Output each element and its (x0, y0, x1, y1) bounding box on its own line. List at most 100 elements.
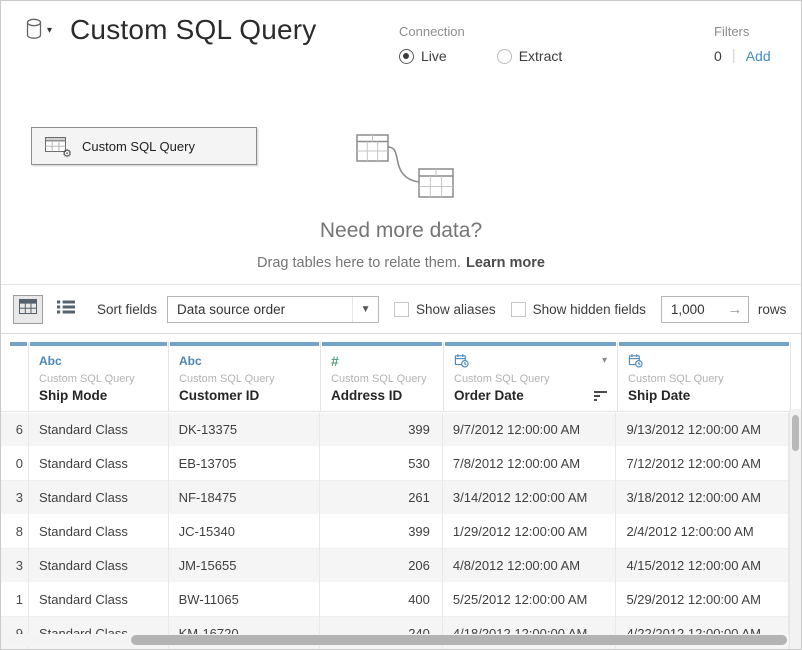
cell-ship-date: 2/4/2012 12:00:00 AM (616, 515, 789, 549)
table-row: 3Standard ClassJM-156552064/8/2012 12:00… (1, 549, 789, 583)
radio-selected-icon[interactable] (399, 49, 414, 64)
add-filter-link[interactable]: Add (746, 48, 771, 64)
field-type-row: Abc (179, 352, 310, 369)
column-header-content: Custom SQL Query Ship Date (618, 346, 790, 403)
cell-order-date: 1/29/2012 12:00:00 AM (443, 515, 617, 549)
field-source-label: Custom SQL Query (454, 373, 607, 385)
field-name-row: Ship Mode (39, 388, 158, 403)
column-header-ship-date[interactable]: Custom SQL Query Ship Date (618, 342, 791, 411)
sort-order-value: Data source order (168, 302, 352, 317)
table-row: 6Standard ClassDK-133753999/7/2012 12:00… (1, 413, 789, 447)
number-type-icon: # (331, 353, 339, 369)
cell-ship-mode: Standard Class (29, 583, 169, 617)
empty-state-hint: Drag tables here to relate them.Learn mo… (1, 255, 801, 271)
column-header-customer-id[interactable]: Abc Custom SQL Query Customer ID (169, 342, 321, 411)
column-header-order-date[interactable]: ▾Custom SQL QueryOrder Date (444, 342, 618, 411)
row-limit-input[interactable]: 1,000 → (661, 296, 749, 323)
field-name: Customer ID (179, 388, 259, 403)
column-header-address-id[interactable]: #Custom SQL QueryAddress ID (321, 342, 444, 411)
field-name: Ship Date (628, 388, 690, 403)
field-source-label: Custom SQL Query (628, 373, 780, 385)
show-hidden-fields-label[interactable]: Show hidden fields (533, 302, 646, 317)
grid-body: 6Standard ClassDK-133753999/7/2012 12:00… (1, 413, 789, 649)
table-row: 0Standard ClassEB-137055307/8/2012 12:00… (1, 447, 789, 481)
cell-order-date: 9/7/2012 12:00:00 AM (443, 413, 617, 447)
custom-sql-query-table-box[interactable]: ⚙ Custom SQL Query (31, 127, 257, 165)
grid-toolbar: Sort fields Data source order ▼ Show ali… (1, 284, 801, 334)
filters-section: Filters 0 | Add (714, 24, 771, 64)
show-hidden-fields-checkbox[interactable] (511, 302, 526, 317)
show-aliases-checkbox[interactable] (394, 302, 409, 317)
cell-customer-id: JC-15340 (169, 515, 321, 549)
data-source-page: ▾ Custom SQL Query Connection Live Extra… (0, 0, 802, 650)
vertical-scrollbar-thumb[interactable] (792, 415, 799, 451)
vertical-scrollbar[interactable] (789, 409, 801, 649)
field-source-label: Custom SQL Query (39, 373, 158, 385)
horizontal-scrollbar-thumb[interactable] (131, 635, 787, 645)
table-row: 1Standard ClassBW-110654005/25/2012 12:0… (1, 583, 789, 617)
cell-order-date: 3/14/2012 12:00:00 AM (443, 481, 617, 515)
column-header-content: #Custom SQL QueryAddress ID (321, 346, 443, 403)
field-name-row: Address ID (331, 388, 433, 403)
data-grid-view-button[interactable] (13, 295, 43, 324)
datetime-type-icon (454, 353, 469, 368)
metadata-view-button[interactable] (51, 295, 81, 324)
string-type-icon: Abc (179, 354, 202, 368)
cell-order-date: 7/8/2012 12:00:00 AM (443, 447, 617, 481)
connection-extract-radio[interactable]: Extract (497, 48, 563, 64)
header-accent-bar (10, 342, 27, 346)
grid-view-icon (19, 299, 37, 319)
cell-ship-mode: Standard Class (29, 549, 169, 583)
field-source-label: Custom SQL Query (179, 373, 310, 385)
cell-customer-id: EB-13705 (169, 447, 321, 481)
row-number-cell: 0 (9, 447, 29, 481)
data-source-menu-button[interactable]: ▾ (25, 17, 63, 45)
cell-ship-mode: Standard Class (29, 481, 169, 515)
show-aliases-option: Show aliases (394, 302, 496, 317)
field-name: Address ID (331, 388, 402, 403)
extract-radio-label[interactable]: Extract (519, 48, 563, 64)
column-header-content: Abc Custom SQL Query Ship Mode (29, 346, 168, 403)
grid-header: Abc Custom SQL Query Ship Mode Abc Custom SQ… (1, 342, 791, 412)
field-type-row: Abc (39, 352, 158, 369)
cell-address-id: 261 (320, 481, 443, 515)
table-row: 8Standard ClassJC-153403991/29/2012 12:0… (1, 515, 789, 549)
sort-indicator-icon[interactable] (594, 391, 607, 401)
row-limit-apply-arrow-icon[interactable]: → (722, 302, 748, 317)
cell-address-id: 530 (320, 447, 443, 481)
row-number-column-header (9, 342, 29, 411)
row-limit-value[interactable]: 1,000 (662, 302, 722, 317)
cell-customer-id: JM-15655 (169, 549, 321, 583)
column-header-content: ▾Custom SQL QueryOrder Date (444, 346, 617, 403)
datetime-type-icon (628, 353, 643, 368)
show-aliases-label[interactable]: Show aliases (416, 302, 496, 317)
chevron-down-icon: ▾ (47, 26, 52, 36)
cell-order-date: 5/25/2012 12:00:00 AM (443, 583, 617, 617)
table-gear-icon: ⚙ (45, 136, 71, 156)
row-number-cell: 8 (9, 515, 29, 549)
connection-section: Connection Live Extract (399, 24, 562, 64)
gear-icon: ⚙ (62, 149, 72, 160)
horizontal-scrollbar[interactable] (1, 634, 789, 646)
learn-more-link[interactable]: Learn more (466, 255, 545, 271)
field-menu-caret-icon[interactable]: ▾ (602, 355, 607, 366)
live-radio-label[interactable]: Live (421, 48, 447, 64)
field-type-row: # (331, 352, 433, 369)
column-header-ship-mode[interactable]: Abc Custom SQL Query Ship Mode (29, 342, 169, 411)
row-number-cell: 3 (9, 549, 29, 583)
cell-ship-mode: Standard Class (29, 413, 169, 447)
radio-unselected-icon[interactable] (497, 49, 512, 64)
relationship-canvas: ⚙ Custom SQL Query (1, 91, 801, 284)
data-grid-section: Abc Custom SQL Query Ship Mode Abc Custom SQ… (1, 334, 801, 649)
column-header-content: Abc Custom SQL Query Customer ID (169, 346, 320, 403)
cell-address-id: 206 (320, 549, 443, 583)
field-type-row (628, 352, 780, 369)
field-name-row: Customer ID (179, 388, 310, 403)
sort-order-select[interactable]: Data source order ▼ (167, 296, 379, 323)
database-icon (25, 18, 43, 45)
cell-address-id: 399 (320, 515, 443, 549)
field-type-row: ▾ (454, 352, 607, 369)
connection-live-radio[interactable]: Live (399, 48, 447, 64)
cell-ship-mode: Standard Class (29, 515, 169, 549)
divider: | (732, 47, 736, 64)
